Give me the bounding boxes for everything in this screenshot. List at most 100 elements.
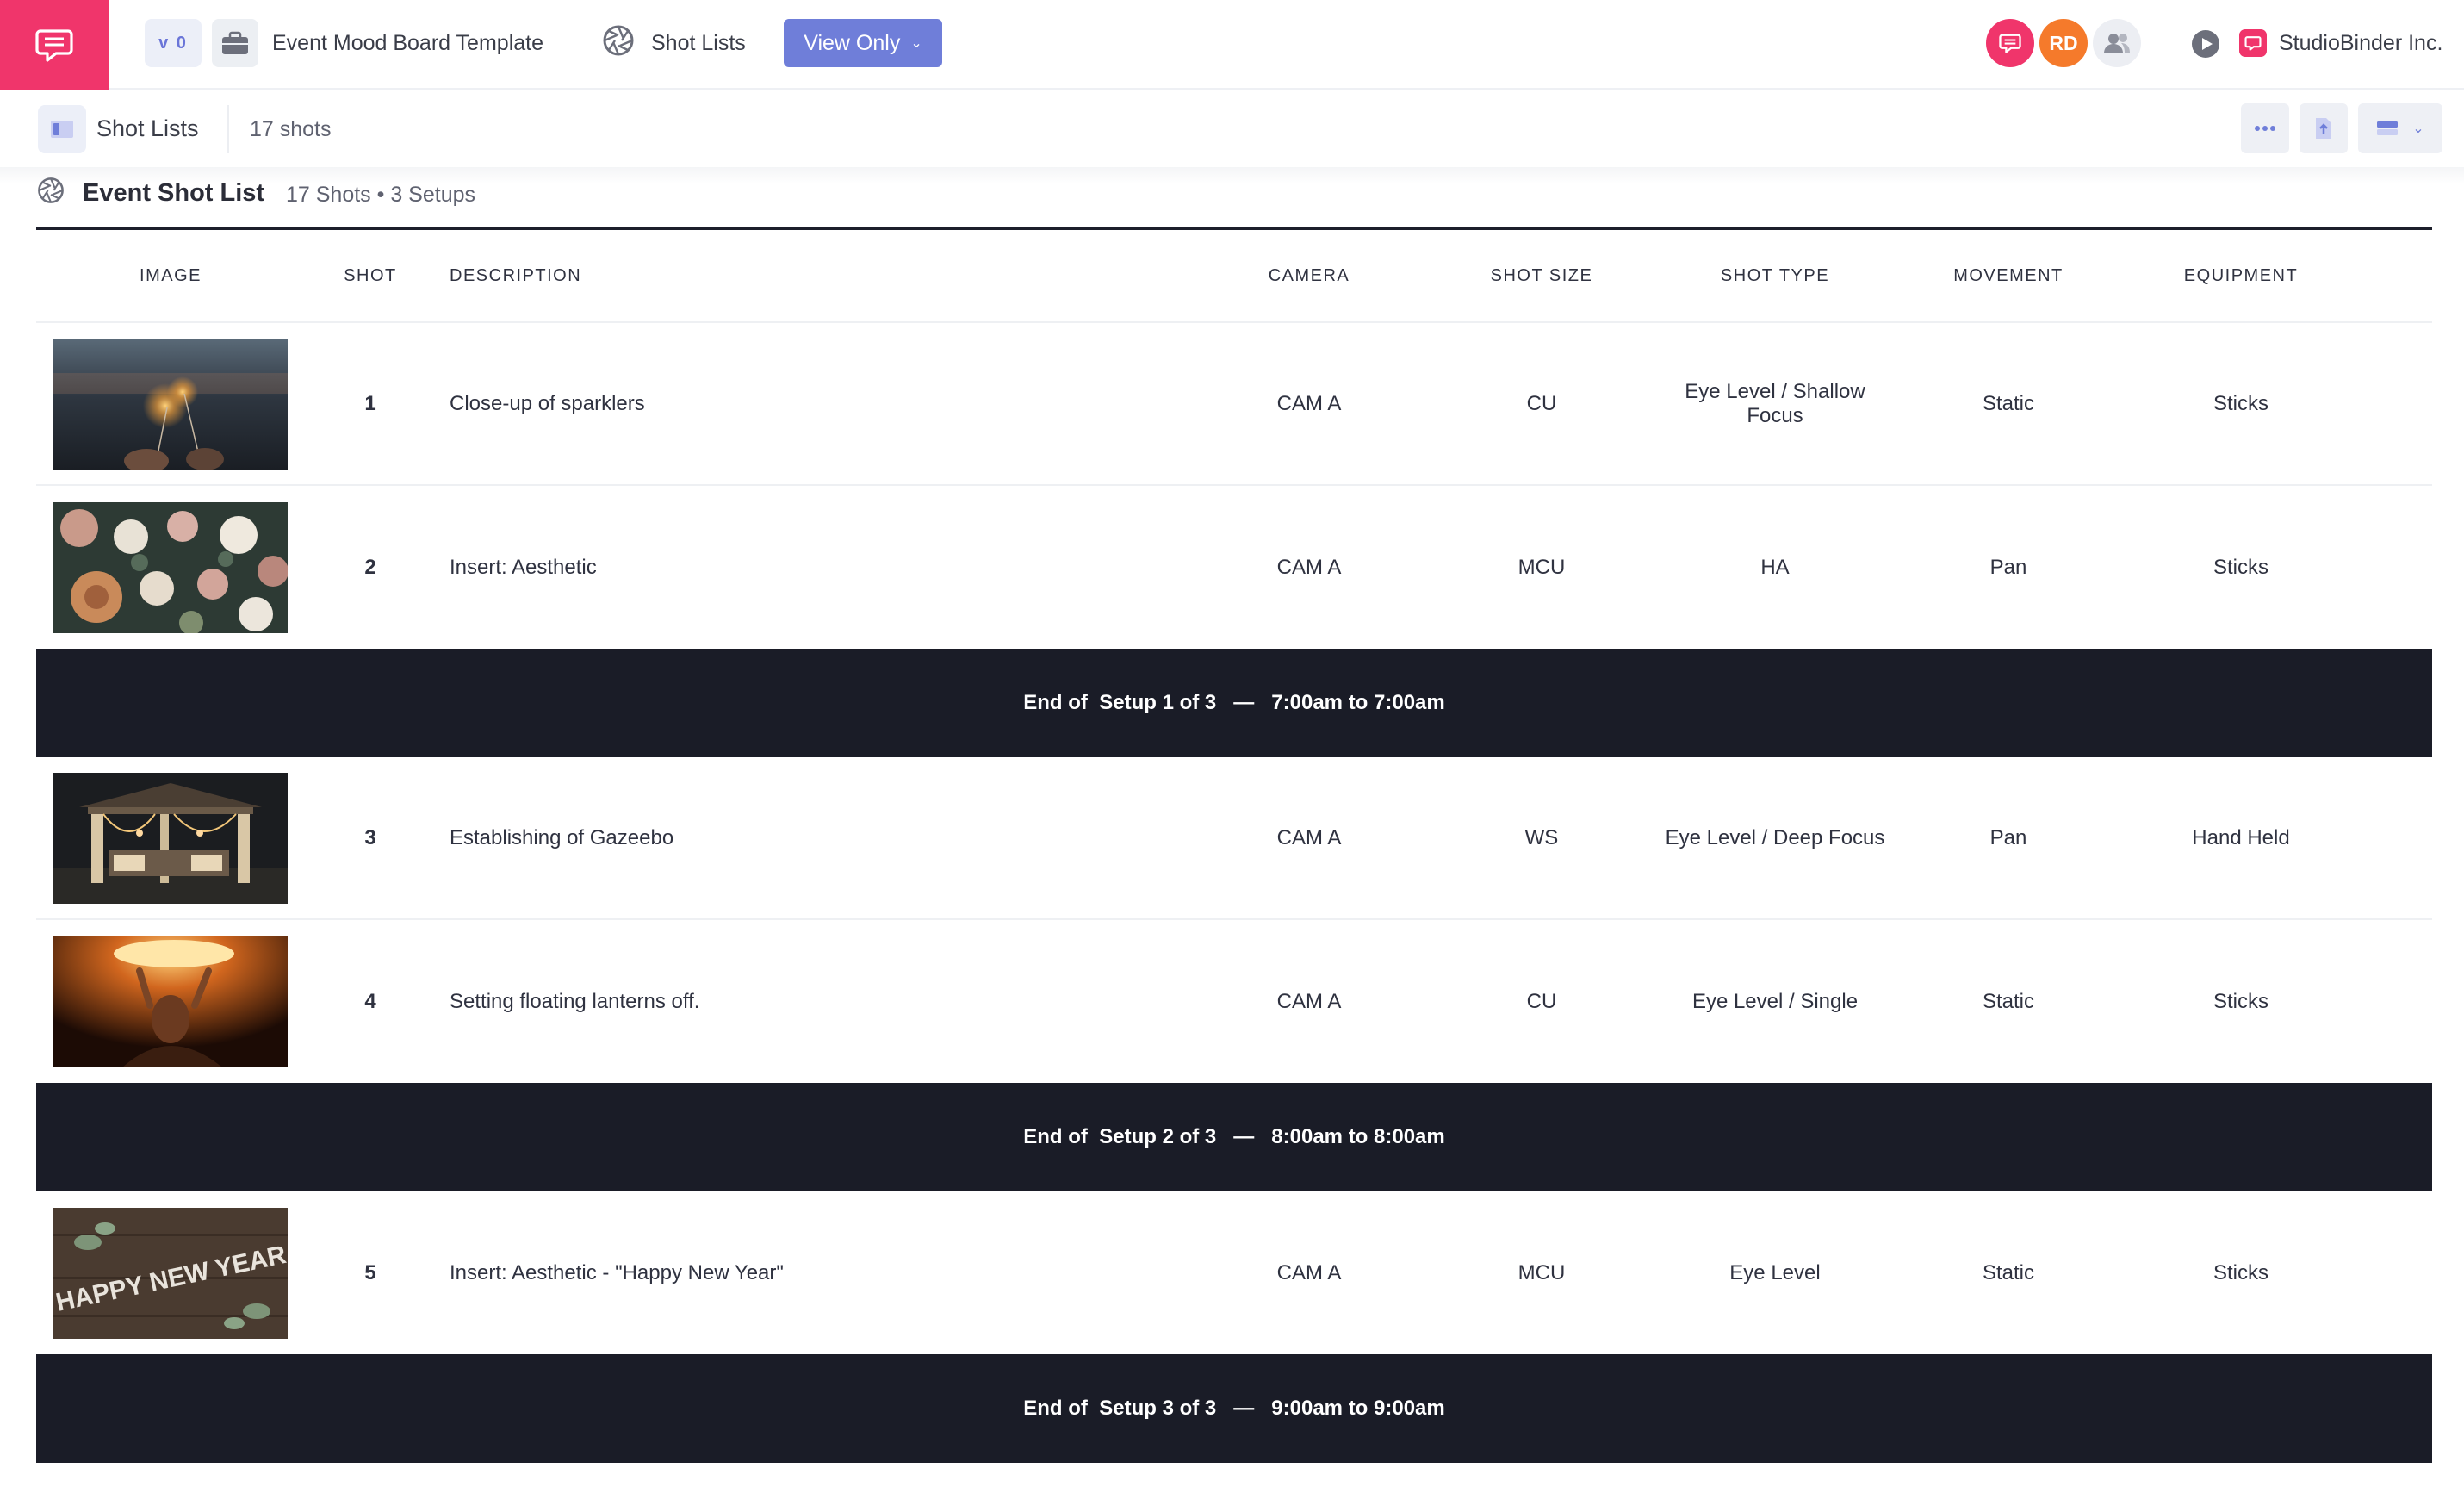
aperture-icon [38,177,64,203]
shot-size: MCU [1518,555,1566,579]
more-icon [2255,126,2275,131]
shot-movement: Static [1982,1260,2035,1284]
setup-time: 9:00am to 9:00am [1271,1396,1445,1420]
shot-type: Eye Level [1729,1260,1821,1284]
top-bar: v 0 Event Mood Board Template Shot Lists… [0,0,2464,90]
column-header-image[interactable]: Image [36,266,305,286]
image-cell: HAPPY NEW YEAR [36,1207,305,1339]
shot-number: 1 [364,391,376,415]
column-header-movement[interactable]: Movement [1888,266,2129,286]
export-icon [2316,118,2331,139]
divider [227,105,229,153]
shot-number: 2 [364,555,376,579]
more-options-button[interactable] [2241,103,2289,153]
shot-movement: Static [1982,989,2035,1013]
shot-movement: Pan [1989,555,2027,579]
shot-size: WS [1524,825,1559,849]
avatar-team[interactable] [2093,19,2141,67]
column-header-shot-size[interactable]: Shot Size [1421,266,1662,286]
column-header-camera[interactable]: Camera [1197,266,1421,286]
export-button[interactable] [2300,103,2348,153]
page-title: Shot Lists [96,115,199,141]
table-row[interactable]: 3 Establishing of Gazeebo CAM A WS Eye L… [36,757,2432,920]
version-badge[interactable]: v 0 [145,19,202,67]
chat-icon [2244,36,2262,51]
table-row[interactable]: HAPPY NEW YEAR 5 Insert: Aesthetic - "Ha… [36,1191,2432,1354]
shot-thumbnail[interactable] [53,772,288,904]
shot-type: HA [1760,555,1790,579]
shot-equipment: Sticks [2213,555,2268,579]
image-cell [36,936,305,1067]
project-title[interactable]: Event Mood Board Template [272,26,543,60]
app-logo[interactable] [0,0,109,90]
shot-table: Image Shot Description Camera Shot Size … [36,230,2432,1463]
company-logo [2239,29,2267,57]
shot-description: Establishing of Gazeebo [450,825,674,849]
column-header-shot[interactable]: Shot [305,266,436,286]
shot-description: Setting floating lanterns off. [450,989,700,1013]
image-cell [36,501,305,633]
shot-size: CU [1526,989,1557,1013]
shot-camera: CAM A [1276,989,1342,1013]
shot-list-title: Event Shot List [83,179,265,207]
table-row[interactable]: 2 Insert: Aesthetic CAM A MCU HA Pan Sti… [36,486,2432,649]
shot-thumbnail[interactable] [53,936,288,1067]
view-toggle-dropdown[interactable]: ⌄ [2358,103,2442,153]
shot-equipment: Sticks [2213,989,2268,1013]
layout-icon [51,121,73,138]
shot-description: Close-up of sparklers [450,391,645,415]
view-mode-dropdown[interactable]: View Only ⌄ [784,19,942,67]
shot-thumbnail[interactable] [53,501,288,633]
project-icon[interactable] [212,19,258,67]
setup-separator: — [1233,1125,1255,1148]
play-icon[interactable] [2191,29,2220,59]
nav-shot-lists[interactable]: Shot Lists [651,26,746,60]
shot-type: Eye Level / Shallow Focus [1685,379,1865,427]
shot-equipment: Sticks [2213,1260,2268,1284]
setup-time: 8:00am to 8:00am [1271,1125,1445,1148]
chevron-down-icon: ⌄ [2412,121,2424,136]
view-mode-label: View Only [804,30,901,55]
shot-number: 5 [364,1260,376,1284]
company-name[interactable]: StudioBinder Inc. [2279,26,2442,60]
shot-camera: CAM A [1276,391,1342,415]
shot-movement: Static [1982,391,2035,415]
table-header: Image Shot Description Camera Shot Size … [36,230,2432,323]
shot-size: CU [1526,391,1557,415]
table-row[interactable]: 4 Setting floating lanterns off. CAM A C… [36,920,2432,1083]
setup-divider: End of Setup 3 of 3 — 9:00am to 9:00am [36,1354,2432,1463]
users-icon [2104,34,2130,53]
column-header-shot-type[interactable]: Shot Type [1662,266,1888,286]
image-cell [36,772,305,904]
view-icon [2377,121,2399,135]
setup-divider: End of Setup 1 of 3 — 7:00am to 7:00am [36,649,2432,757]
chat-icon [35,29,73,62]
setup-separator: — [1233,691,1255,714]
column-header-description[interactable]: Description [436,266,1197,286]
table-row[interactable]: 1 Close-up of sparklers CAM A CU Eye Lev… [36,323,2432,486]
chevron-down-icon: ⌄ [910,36,922,51]
avatar-studiobinder[interactable] [1986,19,2034,67]
sidebar-toggle[interactable] [38,105,86,153]
shot-count: 17 shots [250,117,332,141]
shot-description: Insert: Aesthetic [450,555,597,579]
aperture-icon [603,25,634,56]
shot-number: 4 [364,989,376,1013]
shot-equipment: Hand Held [2192,825,2290,849]
shot-number: 3 [364,825,376,849]
shot-thumbnail[interactable] [53,338,288,470]
shot-list-meta: 17 Shots • 3 Setups [286,183,476,207]
shot-thumbnail[interactable]: HAPPY NEW YEAR [53,1207,288,1339]
column-header-equipment[interactable]: Equipment [2129,266,2353,286]
setup-time: 7:00am to 7:00am [1271,691,1445,714]
setup-divider: End of Setup 2 of 3 — 8:00am to 8:00am [36,1083,2432,1191]
setup-label: End of Setup 1 of 3 [1023,691,1217,714]
chat-icon [1999,34,2021,53]
shot-equipment: Sticks [2213,391,2268,415]
shot-movement: Pan [1989,825,2027,849]
shot-camera: CAM A [1276,825,1342,849]
setup-separator: — [1233,1396,1255,1420]
setup-label: End of Setup 2 of 3 [1023,1125,1217,1148]
avatar-rd[interactable]: RD [2039,19,2088,67]
shot-camera: CAM A [1276,555,1342,579]
